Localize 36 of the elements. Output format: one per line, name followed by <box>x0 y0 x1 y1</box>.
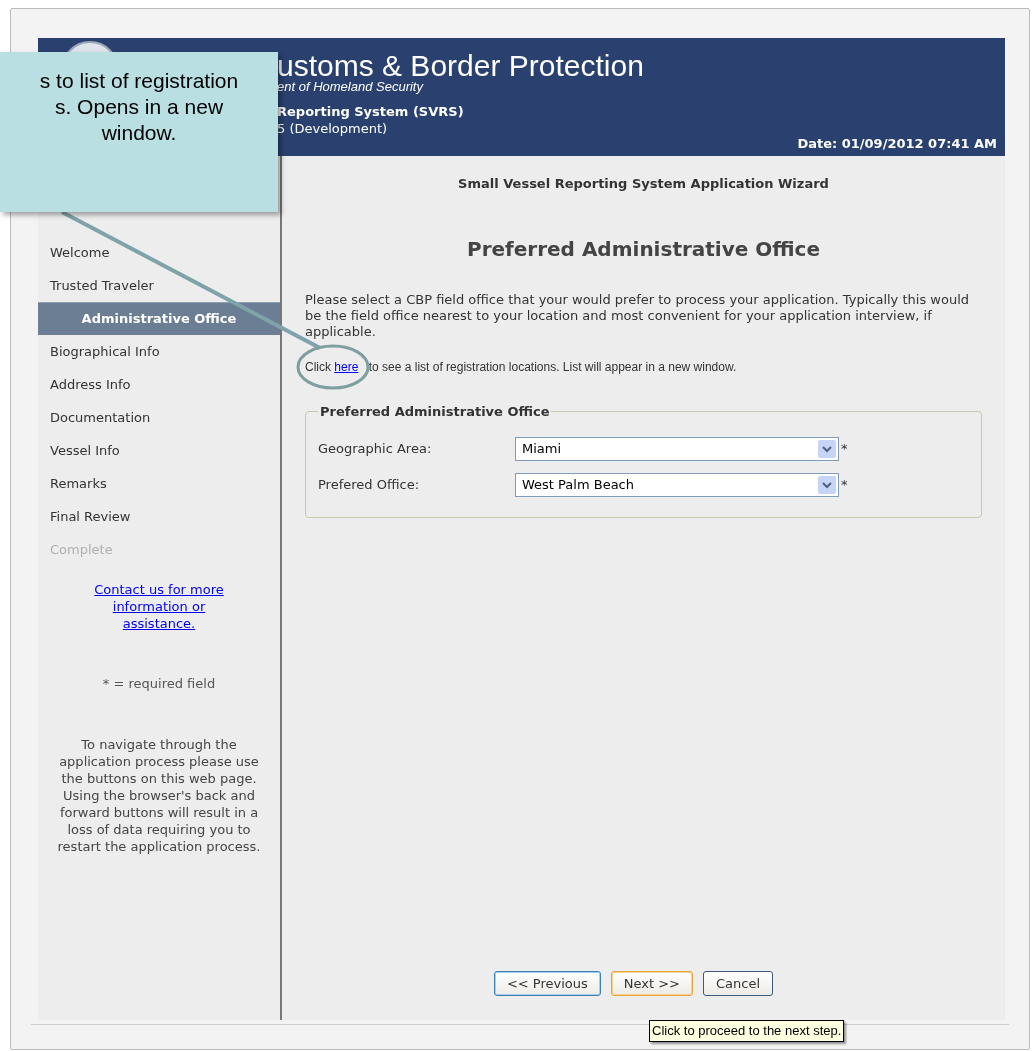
wizard-step[interactable]: Address Info <box>38 368 280 401</box>
page-heading: Preferred Administrative Office <box>465 235 821 263</box>
required-asterisk: * <box>841 440 848 459</box>
callout-text: window. <box>101 120 177 146</box>
wizard-step[interactable]: Trusted Traveler <box>38 269 280 302</box>
nav-button[interactable]: Next >> <box>610 971 693 996</box>
callout-text: s to list of registration <box>39 68 239 94</box>
callout-text: s. Opens in a new <box>54 94 224 120</box>
wizard-step[interactable]: Final Review <box>38 500 280 533</box>
intro-paragraph: Please select a CBP field office that your would prefer to process your application. Typically this would be the field office nearest to your location and most convenient for your application interview, if applicable. <box>305 291 970 340</box>
wizard-step[interactable]: Biographical Info <box>38 335 280 368</box>
system-name: Reporting System (SVRS) <box>277 104 465 120</box>
nav-button[interactable]: Cancel <box>703 971 774 996</box>
required-asterisk: * <box>841 476 848 495</box>
wizard-step[interactable]: Welcome <box>38 236 280 269</box>
wizard-step[interactable]: Documentation <box>38 401 280 434</box>
fieldset-legend: Preferred Administrative Office <box>318 401 552 421</box>
navigation-note: To navigate through the application process please use the buttons on this web page. Using the browser's back and forward buttons will result in a loss of data requiring you to restart the application process. <box>56 735 262 855</box>
field-label: Geographic Area: <box>318 440 433 459</box>
dropdown-field[interactable]: Miami <box>515 437 839 461</box>
version-label: 5 (Development) <box>277 120 389 138</box>
contact-link[interactable]: Contact us for more information or assistance. <box>78 581 240 632</box>
link-sentence: Click here to see a list of registration locations. List will appear in a new window. <box>305 358 738 376</box>
department-subtitle: ent of Homeland Security <box>277 80 425 94</box>
agency-title: ustoms & Border Protection <box>277 50 644 82</box>
wizard-step[interactable]: Administrative Office <box>38 302 280 335</box>
required-note: * = required field <box>101 675 217 693</box>
nav-button[interactable]: << Previous <box>493 971 601 996</box>
tooltip: Click to proceed to the next step. <box>649 1020 845 1042</box>
dropdown-field[interactable]: West Palm Beach <box>515 473 839 497</box>
here-link[interactable]: here <box>334 359 359 374</box>
date-label: Date: 01/09/2012 07:41 AM <box>797 134 997 153</box>
wizard-step[interactable]: Remarks <box>38 467 280 500</box>
wizard-step[interactable]: Vessel Info <box>38 434 280 467</box>
field-label: Prefered Office: <box>318 476 420 495</box>
wizard-title: Small Vessel Reporting System Application Wizard <box>457 175 830 193</box>
